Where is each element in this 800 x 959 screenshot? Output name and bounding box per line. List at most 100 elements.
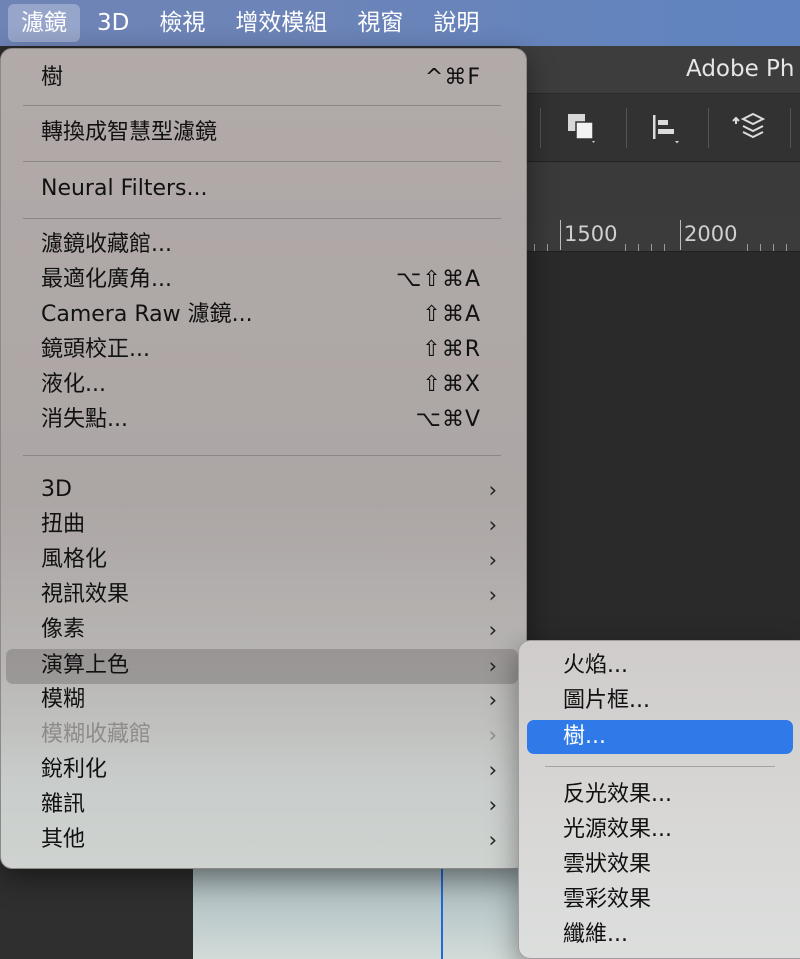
ruler-label: 1500 bbox=[564, 222, 618, 246]
menu-item-label: 樹 bbox=[41, 65, 64, 90]
chevron-right-icon: › bbox=[488, 654, 497, 678]
menu-item-label: 濾鏡收藏館... bbox=[41, 232, 172, 257]
menu-separator bbox=[545, 766, 775, 767]
submenu-item-picture-frame[interactable]: 圖片框... bbox=[527, 684, 793, 718]
chevron-right-icon: › bbox=[488, 828, 497, 852]
menu-item-label: 模糊收藏館 bbox=[41, 722, 152, 747]
menu-item-adaptive-wide-angle[interactable]: 最適化廣角... ⌥⇧⌘A bbox=[6, 263, 518, 298]
menu-item-shortcut: ⌥⌘V bbox=[415, 407, 481, 432]
window-title: Adobe Ph bbox=[686, 56, 795, 82]
ruler-label: 2000 bbox=[684, 222, 738, 246]
menubar-3d[interactable]: 3D bbox=[84, 4, 142, 42]
chevron-right-icon: › bbox=[488, 548, 497, 572]
menu-item-label: 視訊效果 bbox=[41, 582, 130, 607]
menu-separator bbox=[23, 455, 501, 456]
menu-item-blur[interactable]: 模糊 › bbox=[6, 683, 518, 718]
horizontal-ruler: 1500 2000 bbox=[520, 218, 800, 252]
chevron-right-icon: › bbox=[488, 513, 497, 537]
menubar-view[interactable]: 檢視 bbox=[146, 4, 218, 42]
guide-line[interactable] bbox=[441, 860, 443, 959]
submenu-item-label: 反光效果... bbox=[563, 782, 672, 807]
menu-item-lens-correction[interactable]: 鏡頭校正... ⇧⌘R bbox=[6, 333, 518, 368]
menu-item-shortcut: ⇧⌘A bbox=[422, 302, 481, 327]
submenu-item-fibers[interactable]: 纖維... bbox=[527, 918, 793, 952]
chevron-right-icon: › bbox=[488, 723, 497, 747]
toolbar-divider bbox=[708, 108, 709, 148]
menu-item-label: Camera Raw 濾鏡... bbox=[41, 302, 253, 327]
submenu-item-flame[interactable]: 火焰... bbox=[527, 649, 793, 683]
document-image[interactable] bbox=[193, 860, 533, 959]
filter-menu: 樹 ^⌘F 轉換成智慧型濾鏡 Neural Filters... 濾鏡收藏館..… bbox=[0, 48, 527, 869]
window-titlebar: Adobe Ph bbox=[520, 46, 800, 94]
menu-item-convert-smart-filters[interactable]: 轉換成智慧型濾鏡 bbox=[6, 116, 518, 151]
menu-item-label: 風格化 bbox=[41, 547, 108, 572]
menu-item-filter-gallery[interactable]: 濾鏡收藏館... bbox=[6, 228, 518, 263]
menu-item-stylize[interactable]: 風格化 › bbox=[6, 543, 518, 578]
menu-item-blur-gallery: 模糊收藏館 › bbox=[6, 718, 518, 753]
menu-item-neural-filters[interactable]: Neural Filters... bbox=[6, 172, 518, 207]
menu-item-video[interactable]: 視訊效果 › bbox=[6, 578, 518, 613]
submenu-item-lens-flare[interactable]: 反光效果... bbox=[527, 778, 793, 812]
menu-item-shortcut: ⌥⇧⌘A bbox=[396, 267, 481, 292]
menu-item-label: 銳利化 bbox=[41, 757, 108, 782]
menu-item-label: 雜訊 bbox=[41, 792, 86, 817]
arrange-icon[interactable] bbox=[564, 110, 600, 146]
menubar-help[interactable]: 說明 bbox=[420, 4, 492, 42]
document-tabs bbox=[520, 162, 800, 218]
menu-item-label: 模糊 bbox=[41, 687, 86, 712]
menu-item-label: 液化... bbox=[41, 372, 106, 397]
menu-item-label: 像素 bbox=[41, 617, 86, 642]
menu-item-label: 最適化廣角... bbox=[41, 267, 172, 292]
render-submenu: 火焰... 圖片框... 樹... 反光效果... 光源效果... 雲狀效果 雲… bbox=[518, 640, 800, 959]
menu-item-last-filter[interactable]: 樹 ^⌘F bbox=[6, 61, 518, 96]
submenu-item-label: 光源效果... bbox=[563, 817, 672, 842]
submenu-item-label: 火焰... bbox=[563, 653, 628, 678]
menubar-plugins[interactable]: 增效模組 bbox=[222, 4, 340, 42]
menu-item-label: 鏡頭校正... bbox=[41, 337, 150, 362]
menu-item-camera-raw[interactable]: Camera Raw 濾鏡... ⇧⌘A bbox=[6, 298, 518, 333]
menu-separator bbox=[23, 105, 501, 106]
pasteboard bbox=[0, 860, 193, 959]
toolbar-divider bbox=[790, 108, 791, 148]
submenu-item-lighting-effects[interactable]: 光源效果... bbox=[527, 813, 793, 847]
menu-separator bbox=[23, 161, 501, 162]
chevron-right-icon: › bbox=[488, 688, 497, 712]
submenu-item-label: 雲狀效果 bbox=[563, 852, 652, 877]
menu-item-label: 消失點... bbox=[41, 407, 128, 432]
distribute-layers-icon[interactable] bbox=[730, 110, 766, 146]
menu-item-3d[interactable]: 3D › bbox=[6, 473, 518, 508]
menu-item-label: 其他 bbox=[41, 827, 86, 852]
menu-item-label: Neural Filters... bbox=[41, 176, 208, 201]
menu-item-shortcut: ^⌘F bbox=[424, 65, 481, 90]
menubar-filter[interactable]: 濾鏡 bbox=[8, 4, 80, 42]
submenu-item-label: 雲彩效果 bbox=[563, 887, 652, 912]
chevron-right-icon: › bbox=[488, 583, 497, 607]
menu-item-pixelate[interactable]: 像素 › bbox=[6, 613, 518, 648]
submenu-item-tree[interactable]: 樹... bbox=[527, 720, 793, 754]
menu-item-shortcut: ⇧⌘X bbox=[422, 372, 481, 397]
menu-item-shortcut: ⇧⌘R bbox=[422, 337, 481, 362]
menu-item-other[interactable]: 其他 › bbox=[6, 823, 518, 858]
menu-item-noise[interactable]: 雜訊 › bbox=[6, 788, 518, 823]
menu-bar: 濾鏡 3D 檢視 增效模組 視窗 說明 bbox=[0, 0, 800, 46]
menu-item-render[interactable]: 演算上色 › bbox=[6, 649, 518, 684]
submenu-item-label: 纖維... bbox=[563, 922, 628, 947]
options-bar bbox=[520, 94, 800, 162]
chevron-right-icon: › bbox=[488, 758, 497, 782]
menu-item-liquify[interactable]: 液化... ⇧⌘X bbox=[6, 368, 518, 403]
menu-item-vanishing-point[interactable]: 消失點... ⌥⌘V bbox=[6, 403, 518, 438]
menubar-window[interactable]: 視窗 bbox=[344, 4, 416, 42]
toolbar-divider bbox=[626, 108, 627, 148]
toolbar-divider bbox=[540, 108, 541, 148]
submenu-item-clouds[interactable]: 雲狀效果 bbox=[527, 848, 793, 882]
submenu-item-difference-clouds[interactable]: 雲彩效果 bbox=[527, 883, 793, 917]
menu-separator bbox=[23, 218, 501, 219]
chevron-right-icon: › bbox=[488, 793, 497, 817]
menu-item-label: 轉換成智慧型濾鏡 bbox=[41, 120, 218, 145]
menu-item-sharpen[interactable]: 銳利化 › bbox=[6, 753, 518, 788]
menu-item-label: 3D bbox=[41, 477, 72, 502]
align-left-icon[interactable] bbox=[648, 110, 684, 146]
menu-item-distort[interactable]: 扭曲 › bbox=[6, 508, 518, 543]
submenu-item-label: 圖片框... bbox=[563, 688, 650, 713]
chevron-right-icon: › bbox=[488, 618, 497, 642]
